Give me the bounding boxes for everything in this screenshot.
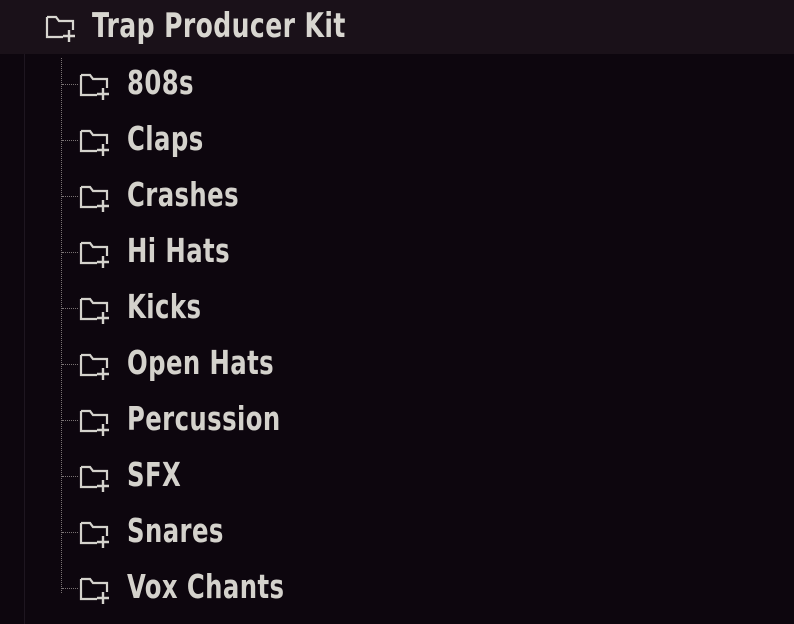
- tree-item-label: Vox Chants: [127, 567, 285, 606]
- tree-item-label: Hi Hats: [127, 231, 230, 270]
- tree-item-808s[interactable]: 808s: [0, 56, 794, 112]
- tree-root-trap-producer-kit[interactable]: Trap Producer Kit: [0, 0, 794, 54]
- tree-item-label: Snares: [127, 511, 224, 550]
- folder-add-icon: [78, 350, 112, 380]
- tree-item-open-hats[interactable]: Open Hats: [0, 336, 794, 392]
- tree-item-vox-chants[interactable]: Vox Chants: [0, 560, 794, 616]
- folder-add-icon: [78, 462, 112, 492]
- tree-item-kicks[interactable]: Kicks: [0, 280, 794, 336]
- tree-item-label: Claps: [127, 119, 204, 158]
- folder-add-icon: [78, 518, 112, 548]
- tree-item-snares[interactable]: Snares: [0, 504, 794, 560]
- tree-item-label: Crashes: [127, 175, 240, 214]
- tree-item-percussion[interactable]: Percussion: [0, 392, 794, 448]
- tree-root-label: Trap Producer Kit: [92, 6, 346, 46]
- tree-item-label: SFX: [127, 455, 182, 494]
- tree-item-label: Percussion: [127, 399, 281, 438]
- folder-add-icon: [78, 182, 112, 212]
- folder-add-icon: [44, 12, 78, 42]
- tree-item-crashes[interactable]: Crashes: [0, 168, 794, 224]
- folder-add-icon: [78, 70, 112, 100]
- folder-add-icon: [78, 238, 112, 268]
- folder-add-icon: [78, 574, 112, 604]
- folder-add-icon: [78, 126, 112, 156]
- tree-item-label: 808s: [127, 63, 194, 102]
- tree-item-claps[interactable]: Claps: [0, 112, 794, 168]
- tree-item-label: Open Hats: [127, 343, 275, 382]
- folder-add-icon: [78, 294, 112, 324]
- tree-item-hi-hats[interactable]: Hi Hats: [0, 224, 794, 280]
- tree-item-sfx[interactable]: SFX: [0, 448, 794, 504]
- tree-item-label: Kicks: [127, 287, 202, 326]
- file-browser-tree: Trap Producer Kit 808s Claps Crashes Hi …: [0, 0, 794, 624]
- folder-add-icon: [78, 406, 112, 436]
